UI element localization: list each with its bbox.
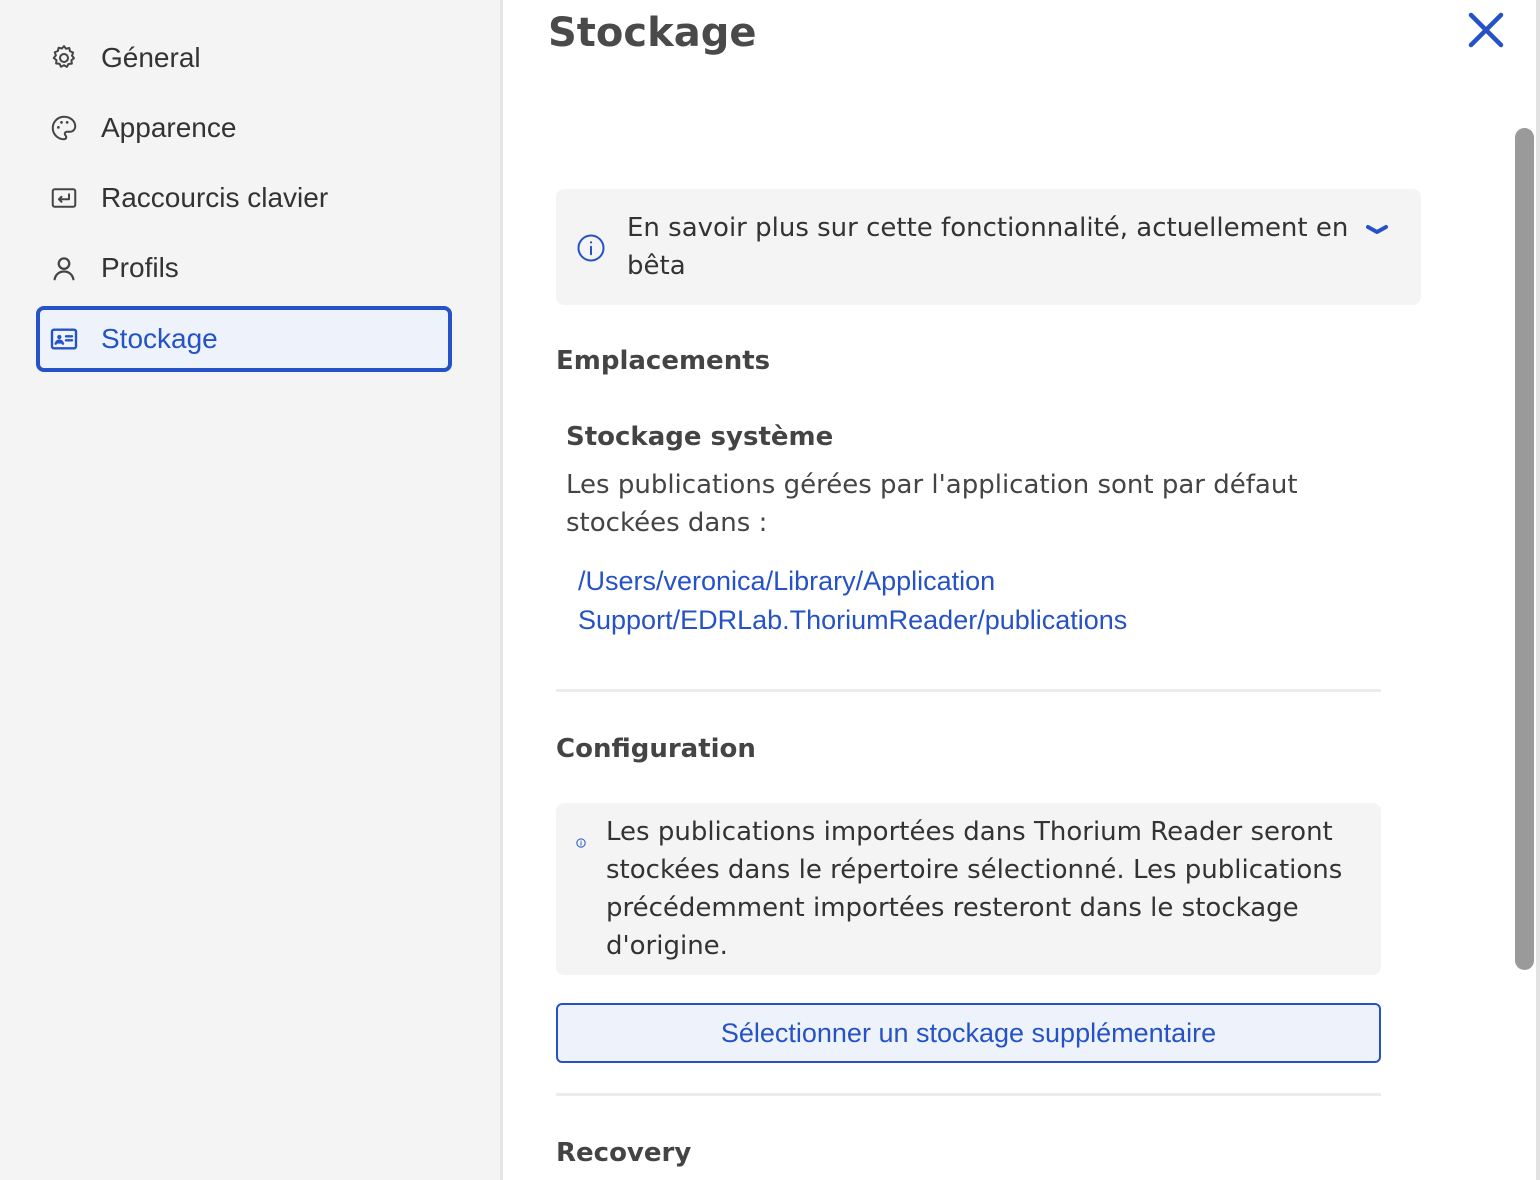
select-additional-storage-button[interactable]: Sélectionner un stockage supplémentaire	[556, 1003, 1381, 1063]
sidebar-item-general[interactable]: Géneral	[36, 27, 452, 89]
section-divider	[556, 1093, 1381, 1096]
close-button[interactable]	[1464, 10, 1508, 54]
sidebar-item-label: Apparence	[101, 112, 237, 143]
configuration-note-text: Les publications importées dans Thorium …	[606, 817, 1343, 961]
locations-heading: Emplacements	[556, 346, 771, 376]
info-icon	[576, 833, 586, 848]
palette-icon	[48, 112, 80, 144]
storage-path-link[interactable]: /Users/veronica/Library/Application Supp…	[578, 562, 1278, 640]
settings-content: Stockage En savoir plus sur cette foncti…	[506, 0, 1510, 1180]
sidebar-item-label: Profils	[101, 252, 179, 283]
scrollbar-thumb[interactable]	[1515, 128, 1534, 970]
gear-icon	[48, 42, 80, 74]
keyboard-return-icon	[48, 182, 80, 214]
system-storage-description: Les publications gérées par l'applicatio…	[566, 470, 1298, 538]
info-icon	[576, 233, 606, 263]
sidebar-item-label: Stockage	[101, 323, 218, 354]
beta-notice[interactable]: En savoir plus sur cette fonctionnalité,…	[556, 189, 1421, 305]
sidebar-item-label: Raccourcis clavier	[101, 182, 329, 213]
recovery-heading: Recovery	[556, 1138, 692, 1168]
chevron-down-icon[interactable]	[1362, 219, 1392, 239]
sidebar-item-storage[interactable]: Stockage	[36, 306, 452, 372]
settings-sidebar: Géneral Apparence Raccourcis clavier Pro…	[0, 0, 503, 1180]
user-icon	[48, 252, 80, 284]
sidebar-item-label: Géneral	[101, 42, 201, 73]
scrollbar-edge	[1536, 0, 1540, 1180]
section-divider	[556, 689, 1381, 692]
system-storage-title: Stockage système	[566, 422, 834, 452]
configuration-heading: Configuration	[556, 734, 756, 764]
id-card-icon	[48, 323, 80, 355]
beta-notice-text: En savoir plus sur cette fonctionnalité,…	[627, 213, 1349, 281]
sidebar-item-profiles[interactable]: Profils	[36, 237, 452, 299]
sidebar-item-keyboard-shortcuts[interactable]: Raccourcis clavier	[36, 167, 452, 229]
sidebar-item-appearance[interactable]: Apparence	[36, 97, 452, 159]
page-title: Stockage	[548, 10, 757, 56]
close-icon	[1466, 10, 1506, 54]
configuration-note: Les publications importées dans Thorium …	[556, 803, 1381, 975]
